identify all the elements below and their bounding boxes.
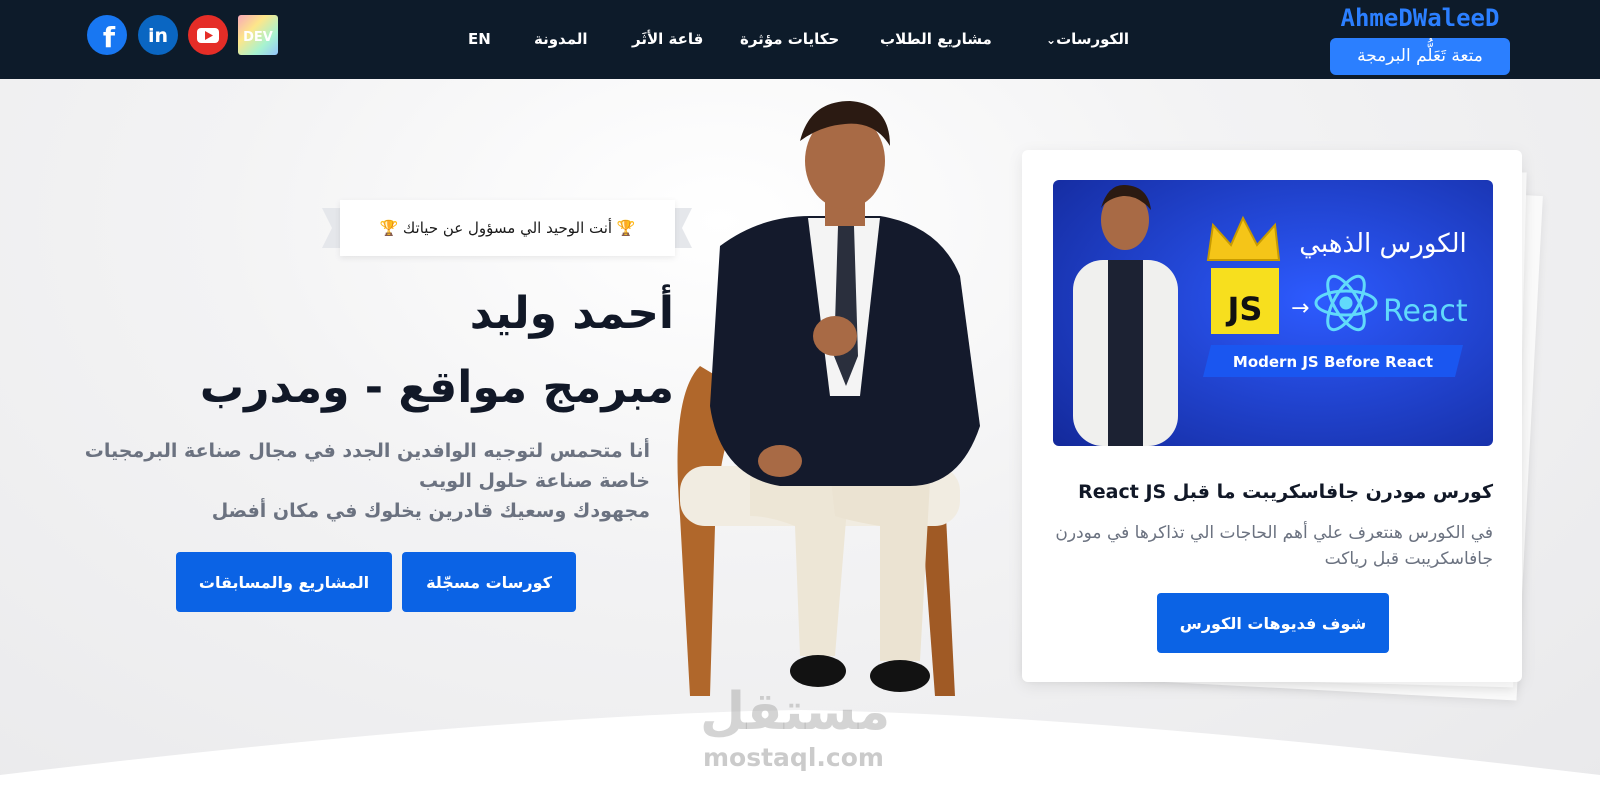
thumbnail-ribbon: Modern JS Before React: [1233, 353, 1433, 371]
hero-description-line: أنا متحمس لتوجيه الوافدين الجدد في مجال …: [84, 440, 650, 462]
react-label: React: [1383, 294, 1468, 329]
nav-item-blog[interactable]: المدونة: [534, 30, 588, 48]
hero-description-line: خاصة صناعة حلول الويب: [419, 470, 650, 492]
youtube-icon[interactable]: [188, 15, 228, 55]
nav-item-courses[interactable]: ⌄الكورسات: [1043, 30, 1129, 48]
facebook-icon[interactable]: f: [87, 15, 127, 55]
logo-title: AhmeDWaleeD: [1340, 4, 1500, 32]
hero-description: أنا متحمس لتوجيه الوافدين الجدد في مجال …: [70, 436, 650, 526]
thumbnail-heading: الكورس الذهبي: [1299, 229, 1467, 259]
course-description: في الكورس هنتعرف علي أهم الحاجات الي تذا…: [1055, 523, 1493, 569]
hero-quote: 🏆 أنت الوحيد الي مسؤول عن حياتك 🏆: [340, 200, 675, 256]
logo-tagline: متعة تَعَلُّم البرمجة: [1330, 38, 1510, 75]
js-badge-label: JS: [1226, 290, 1263, 328]
svg-text:DEV: DEV: [243, 30, 273, 45]
instructor-photo: [677, 101, 980, 696]
course-thumbnail[interactable]: الكورس الذهبي JS → React Modern JS Befor…: [1053, 180, 1493, 446]
arrow-right-icon: →: [1291, 296, 1309, 321]
watermark-arabic: مستقل: [700, 682, 891, 742]
linkedin-icon[interactable]: in: [138, 15, 178, 55]
recorded-courses-button[interactable]: كورسات مسجّلة: [402, 552, 576, 612]
watermark-latin: mostaql.com: [703, 743, 884, 772]
chevron-down-icon: ⌄: [1046, 33, 1057, 47]
nav-item-student-projects[interactable]: مشاريع الطلاب: [880, 30, 992, 48]
dev-icon[interactable]: DEV: [238, 15, 278, 55]
watch-course-videos-button[interactable]: شوف فديوهات الكورس: [1157, 593, 1389, 653]
hero-name: أحمد وليد: [469, 288, 674, 339]
nav-item-hall-of-impact[interactable]: قاعة الأثَر: [632, 30, 703, 48]
course-title: كورس مودرن جافاسكريبت ما قبل React JS: [1078, 481, 1493, 503]
nav-item-language[interactable]: EN: [468, 30, 491, 48]
projects-competitions-button[interactable]: المشاريع والمسابقات: [176, 552, 392, 612]
svg-text:f: f: [103, 21, 116, 54]
hero-description-line: مجهودك وسعيك قادرين يخلوك في مكان أفضل: [211, 500, 650, 522]
svg-text:in: in: [148, 25, 168, 47]
hero-role: مبرمج مواقع - ومدرب: [199, 362, 674, 413]
nav-item-label: الكورسات: [1056, 30, 1130, 48]
nav-item-stories[interactable]: حكايات مؤثرة: [740, 30, 839, 48]
site-logo[interactable]: AhmeDWaleeD متعة تَعَلُّم البرمجة: [1330, 4, 1510, 76]
top-navbar: AhmeDWaleeD متعة تَعَلُّم البرمجة ⌄الكور…: [0, 0, 1600, 79]
